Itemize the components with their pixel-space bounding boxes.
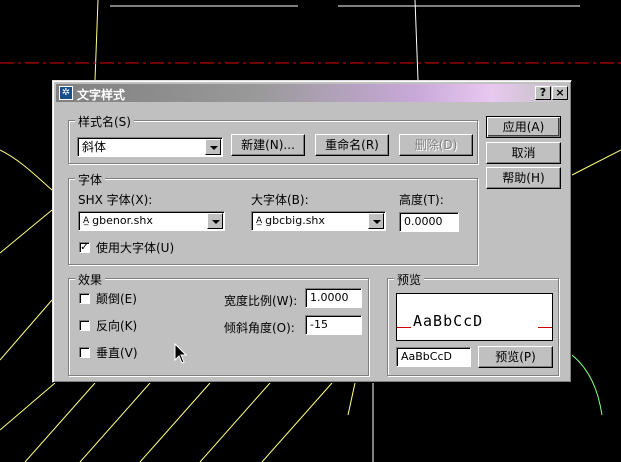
upside-down-checkbox[interactable] <box>79 293 90 304</box>
vertical-checkbox[interactable] <box>79 347 90 358</box>
big-font-value: gbcbig.shx <box>265 214 325 227</box>
width-factor-input[interactable]: 1.0000 <box>305 288 362 308</box>
style-name-combo[interactable]: 斜体 <box>77 137 223 157</box>
backwards-label: 反向(K) <box>96 319 138 333</box>
help-button[interactable]: 帮助(H) <box>486 167 561 189</box>
height-label: 高度(T): <box>399 193 444 207</box>
title-bar[interactable]: ✲ 文字样式 ? × <box>56 84 568 102</box>
baseline-right-mark <box>538 327 552 328</box>
preview-text-input[interactable]: AaBbCcD <box>396 347 471 367</box>
preview-sample-text: AaBbCcD <box>413 312 484 330</box>
shx-font-combo[interactable]: A̲ gbenor.shx <box>78 211 225 231</box>
big-font-combo[interactable]: A̲ gbcbig.shx <box>251 211 386 231</box>
rename-style-button[interactable]: 重命名(R) <box>315 134 389 156</box>
backwards-checkbox[interactable] <box>79 320 90 331</box>
font-group-label: 字体 <box>75 171 106 188</box>
effects-group-label: 效果 <box>75 271 106 288</box>
shx-font-label: SHX 字体(X): <box>78 193 153 207</box>
chevron-down-icon[interactable] <box>368 213 384 229</box>
oblique-angle-input[interactable]: -15 <box>305 315 362 335</box>
use-big-font-checkbox[interactable]: ✓ <box>79 242 90 253</box>
baseline-left-mark <box>397 327 411 328</box>
font-icon: A̲ <box>256 216 263 226</box>
preview-box: AaBbCcD <box>396 293 553 341</box>
new-style-button[interactable]: 新建(N)... <box>231 134 305 156</box>
use-big-font-label: 使用大字体(U) <box>96 241 175 255</box>
text-style-dialog: ✲ 文字样式 ? × 样式名(S) 斜体 新建(N)... 重命名(R) 删除(… <box>52 80 572 383</box>
chevron-down-icon[interactable] <box>207 213 223 229</box>
preview-button[interactable]: 预览(P) <box>478 346 553 368</box>
mouse-cursor-icon <box>174 343 188 364</box>
big-font-label: 大字体(B): <box>251 193 309 207</box>
width-factor-label: 宽度比例(W): <box>224 294 298 308</box>
delete-style-button[interactable]: 删除(D) <box>399 134 473 156</box>
shx-font-value: gbenor.shx <box>92 214 153 227</box>
height-input[interactable]: 0.0000 <box>399 212 459 232</box>
style-name-group-label: 样式名(S) <box>75 113 134 130</box>
vertical-label: 垂直(V) <box>96 346 138 360</box>
cancel-button[interactable]: 取消 <box>486 142 561 164</box>
oblique-angle-label: 倾斜角度(O): <box>224 321 295 335</box>
apply-button[interactable]: 应用(A) <box>486 116 561 138</box>
app-icon: ✲ <box>59 86 73 100</box>
font-icon: A̲ <box>83 216 90 226</box>
chevron-down-icon[interactable] <box>205 139 221 155</box>
upside-down-label: 颠倒(E) <box>96 292 137 306</box>
help-question-button[interactable]: ? <box>535 86 551 100</box>
dialog-title: 文字样式 <box>77 88 126 102</box>
style-name-value: 斜体 <box>82 140 107 154</box>
close-button[interactable]: × <box>552 86 568 100</box>
preview-group-label: 预览 <box>394 271 425 288</box>
